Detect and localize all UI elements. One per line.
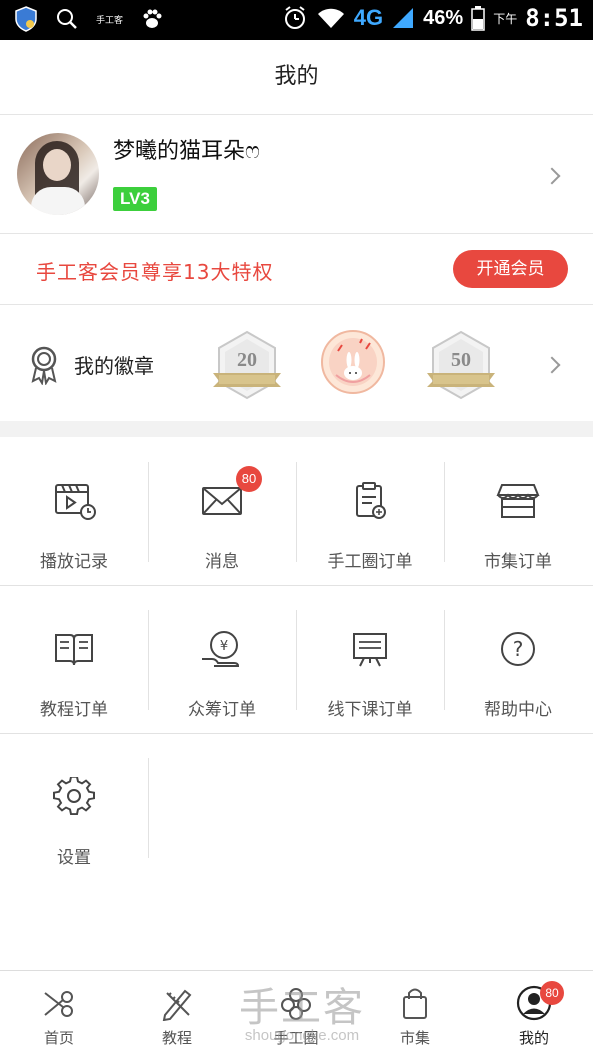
battery-icon (471, 6, 485, 31)
board-icon (353, 633, 387, 667)
nav-label: 教程 (161, 1029, 192, 1047)
bottom-nav: 首页 教程 手工圈 市集 我的 (0, 970, 593, 1055)
book-icon (55, 634, 93, 666)
nav-label: 手工圈 (273, 1029, 319, 1047)
baidu-paw-icon (143, 9, 162, 28)
vip-promo-text: 手工客会员尊享13大特权 (36, 260, 274, 284)
grid-label: 消息 (205, 552, 239, 572)
grid-item-crowdfund-orders[interactable]: ¥ 众筹订单 (148, 585, 296, 733)
username: 梦曦的猫耳朵ෆ (113, 139, 260, 164)
svg-text:?: ? (513, 637, 524, 661)
badge-50-label: 50 (451, 349, 471, 371)
message-count-badge: 80 (236, 466, 262, 492)
alarm-icon (284, 6, 305, 29)
grid-item-circle-orders[interactable]: 手工圈订单 (296, 437, 444, 585)
crowdfund-icon: ¥ (202, 631, 240, 667)
grid-label: 设置 (57, 848, 91, 868)
badge-20-icon[interactable]: 20 (211, 329, 283, 401)
network-type: 4G (353, 5, 384, 30)
grid-label: 播放记录 (40, 552, 108, 572)
grid-item-play-history[interactable]: 播放记录 (0, 437, 148, 585)
level-badge: LV3 (113, 187, 157, 211)
grid-item-help-center[interactable]: ? 帮助中心 (444, 585, 592, 733)
grid-label: 手工圈订单 (327, 552, 413, 572)
app-label: 手工客 (96, 15, 124, 26)
gear-icon (53, 777, 95, 815)
profile-row[interactable]: 梦曦的猫耳朵ෆ LV3 (0, 115, 593, 234)
avatar[interactable] (17, 133, 99, 215)
time-period: 下午 (493, 11, 518, 26)
tab-market[interactable]: 市集 (356, 971, 474, 1055)
badge-50-icon[interactable]: 50 (425, 329, 497, 401)
help-icon: ? (501, 632, 535, 666)
scissors-icon (44, 991, 73, 1017)
pencil-ruler-icon (162, 989, 192, 1021)
grid-label: 帮助中心 (484, 700, 552, 720)
grid-label: 教程订单 (40, 700, 108, 720)
video-history-icon (55, 484, 96, 520)
chevron-right-icon (543, 356, 561, 374)
page-header: 我的 (0, 40, 593, 115)
clock: 8:51 (525, 4, 583, 32)
search-icon (57, 9, 77, 29)
grid-item-settings[interactable]: 设置 (0, 733, 148, 881)
clipboard-icon (356, 482, 386, 519)
badges-row[interactable]: 我的徽章 20 50 (0, 305, 593, 421)
grid-label: 市集订单 (484, 552, 552, 572)
vip-row: 手工客会员尊享13大特权 开通会员 (0, 234, 593, 305)
nav-label: 我的 (518, 1029, 549, 1047)
shield-icon (15, 6, 37, 32)
signal-icon (393, 8, 414, 28)
badges-title: 我的徽章 (74, 354, 154, 378)
battery-percent: 46% (423, 6, 464, 29)
badge-bunny-icon[interactable] (320, 329, 392, 401)
page-title: 我的 (274, 64, 319, 89)
tab-tutorials[interactable]: 教程 (118, 971, 236, 1055)
shop-icon (496, 484, 540, 518)
grid-item-offline-class-orders[interactable]: 线下课订单 (296, 585, 444, 733)
tab-home[interactable]: 首页 (0, 971, 118, 1055)
grid-item-tutorial-orders[interactable]: 教程订单 (0, 585, 148, 733)
tab-craft-circle[interactable]: 手工圈 (237, 971, 355, 1055)
grid-item-market-orders[interactable]: 市集订单 (444, 437, 592, 585)
svg-text:¥: ¥ (220, 639, 228, 654)
grid-label: 线下课订单 (327, 700, 413, 720)
grid-label: 众筹订单 (188, 700, 256, 720)
nav-label: 市集 (399, 1029, 430, 1047)
chevron-right-icon (543, 167, 561, 185)
flower-icon (281, 988, 311, 1020)
open-membership-button[interactable]: 开通会员 (453, 250, 568, 288)
bag-icon (403, 988, 427, 1019)
badge-20-label: 20 (237, 349, 257, 371)
tab-mine[interactable]: 我的 (475, 971, 593, 1055)
medal-icon (31, 346, 57, 385)
status-bar: 手工客 4G 46% 下午 8:51 (0, 0, 593, 40)
section-divider (0, 421, 593, 437)
grid-item-messages[interactable]: 消息 (148, 437, 296, 585)
nav-label: 首页 (43, 1029, 74, 1047)
mine-badge: 80 (540, 981, 564, 1005)
wifi-icon (317, 8, 344, 28)
